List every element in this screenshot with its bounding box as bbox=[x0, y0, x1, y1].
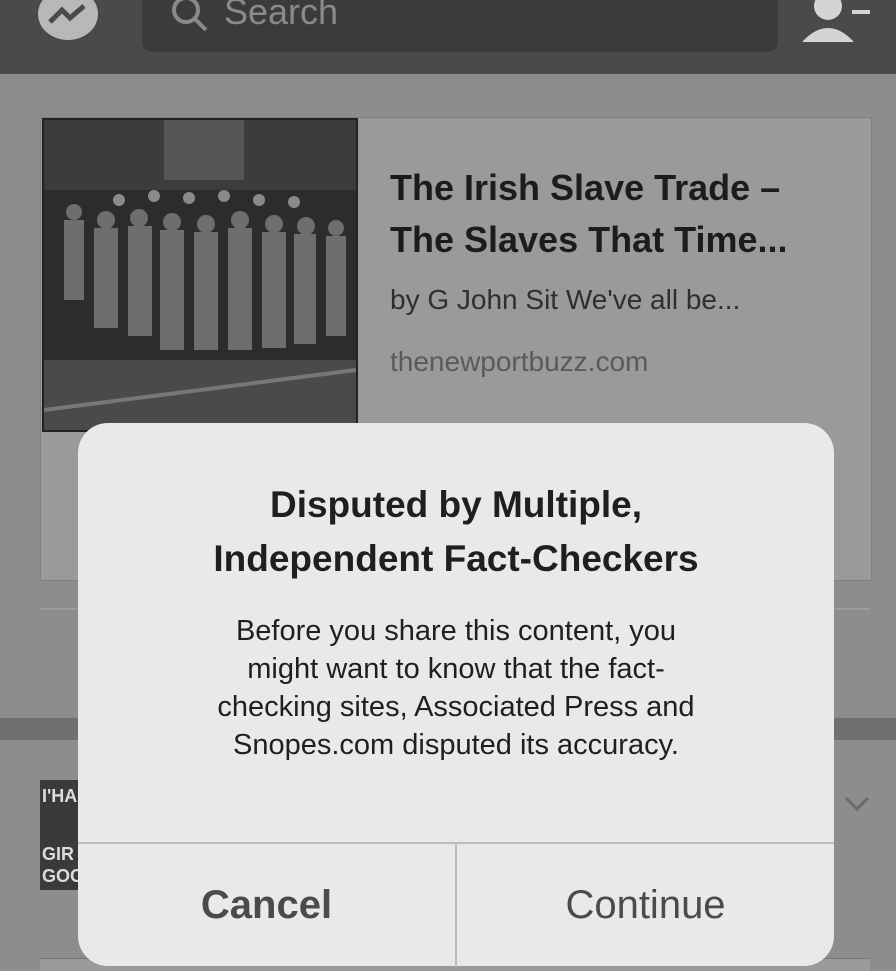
post-avatar[interactable]: I'HA GIR GOO bbox=[40, 780, 82, 890]
nav-strip bbox=[178, 62, 368, 80]
search-icon bbox=[172, 0, 208, 32]
avatar-text: GOO bbox=[42, 866, 82, 886]
alert-message: Before you share this content, you might… bbox=[96, 612, 816, 764]
alert-message-line: Before you share this content, you bbox=[235, 615, 677, 647]
alert-message-line: Snopes.com disputed its accuracy. bbox=[233, 729, 679, 761]
article-photo[interactable] bbox=[42, 118, 358, 432]
avatar-text: I'HA bbox=[42, 786, 77, 806]
alert-title-line: Independent Fact-Checkers bbox=[213, 538, 699, 579]
friend-requests-icon[interactable] bbox=[800, 0, 870, 42]
article-domain: thenewportbuzz.com bbox=[390, 346, 649, 377]
article-title-line: The Slaves That Time... bbox=[390, 219, 788, 260]
search-input[interactable]: Search bbox=[142, 0, 778, 52]
avatar-text: GIR bbox=[42, 844, 74, 864]
article-title-line: The Irish Slave Trade – bbox=[390, 167, 781, 208]
alert-title: Disputed by Multiple, Independent Fact-C… bbox=[0, 478, 896, 586]
article-byline: by G John Sit We've all be... bbox=[390, 284, 741, 315]
cancel-button[interactable]: Cancel bbox=[78, 844, 455, 967]
continue-button[interactable]: Continue bbox=[457, 844, 834, 967]
search-placeholder: Search bbox=[224, 0, 339, 32]
article-title[interactable]: The Irish Slave Trade – The Slaves That … bbox=[390, 162, 860, 266]
alert-title-line: Disputed by Multiple, bbox=[269, 484, 643, 525]
top-nav-bar: Search bbox=[0, 0, 896, 74]
messenger-icon[interactable] bbox=[36, 0, 100, 46]
post-avatar-image: I'HA GIR GOO bbox=[40, 780, 82, 890]
alert-message-line: might want to know that the fact- bbox=[247, 653, 665, 685]
alert-message-line: checking sites, Associated Press and bbox=[217, 691, 695, 723]
chevron-down-icon[interactable] bbox=[842, 788, 872, 818]
